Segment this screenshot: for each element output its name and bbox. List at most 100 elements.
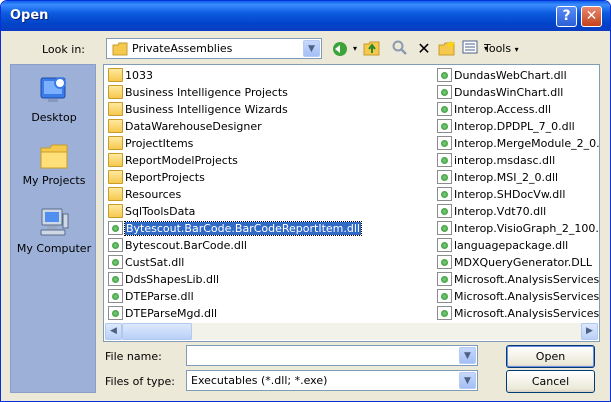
chevron-down-icon[interactable]: ▼	[459, 347, 476, 364]
file-item[interactable]: MDXQueryGenerator.DLL	[435, 254, 599, 271]
title-bar[interactable]: Open ? ✕	[1, 1, 610, 31]
dll-file-icon	[437, 272, 452, 286]
folder-item[interactable]: ReportProjects	[106, 169, 434, 186]
file-item[interactable]: DTEParse.dll	[106, 288, 434, 305]
file-item[interactable]: interop.msdasc.dll	[435, 152, 599, 169]
up-folder-icon[interactable]	[363, 40, 381, 58]
file-name-combo: ▼	[186, 345, 478, 366]
file-name-label: File name:	[105, 350, 162, 363]
dll-file-icon	[437, 306, 452, 320]
place-my-projects[interactable]: My Projects	[11, 142, 97, 187]
file-item[interactable]: Microsoft.AnalysisServices.Co	[435, 305, 600, 322]
dll-file-icon	[437, 204, 452, 218]
dll-file-icon	[437, 68, 452, 82]
file-item[interactable]: Interop.DPDPL_7_0.dll	[435, 118, 599, 135]
back-dropdown-icon[interactable]: ▾	[346, 40, 364, 58]
file-name: Interop.SHDocVw.dll	[454, 188, 566, 201]
close-button[interactable]: ✕	[581, 6, 602, 27]
folder-item[interactable]: Business Intelligence Wizards	[106, 101, 434, 118]
file-column-2: DundasWebChart.dll DundasWinChart.dll Inte…	[435, 67, 600, 322]
search-web-icon[interactable]	[391, 40, 409, 58]
file-name: Interop.MSI_2_0.dll	[454, 171, 559, 184]
file-item[interactable]: Microsoft.AnalysisServices.Bro	[435, 288, 600, 305]
file-item[interactable]: DundasWinChart.dll	[435, 84, 599, 101]
folder-icon	[108, 85, 123, 99]
file-name: 1033	[125, 69, 153, 82]
scroll-thumb[interactable]	[122, 323, 192, 340]
file-item[interactable]: CustSat.dll	[106, 254, 434, 271]
folder-item[interactable]: ReportModelProjects	[106, 152, 434, 169]
file-name: ProjectItems	[125, 137, 194, 150]
file-name: Microsoft.AnalysisServices.Ad	[454, 273, 600, 286]
file-item[interactable]: Interop.Vdt70.dll	[435, 203, 599, 220]
dll-file-icon	[437, 170, 452, 184]
file-list[interactable]: 1033 Business Intelligence Projects Busine…	[103, 64, 600, 342]
file-item[interactable]: Microsoft.AnalysisServices.Ad	[435, 271, 600, 288]
file-item[interactable]: Interop.Access.dll	[435, 101, 599, 118]
folder-icon	[40, 144, 68, 169]
file-name: DTEParse.dll	[125, 290, 194, 303]
dll-file-icon	[108, 289, 123, 303]
file-item[interactable]: Bytescout.BarCode.BarCodeReportItem.dll	[106, 220, 434, 237]
file-item[interactable]: DundasWebChart.dll	[435, 67, 599, 84]
folder-item[interactable]: Resources	[106, 186, 434, 203]
file-name: DTEParseMgd.dll	[125, 307, 218, 320]
place-label: My Computer	[16, 242, 92, 255]
open-button[interactable]: Open	[506, 345, 595, 368]
chevron-down-icon[interactable]: ▼	[459, 372, 476, 389]
file-item[interactable]: DdsShapesLib.dll	[106, 271, 434, 288]
folder-icon	[108, 68, 123, 82]
file-item[interactable]: Interop.SHDocVw.dll	[435, 186, 599, 203]
chevron-down-icon[interactable]: ▼	[303, 40, 320, 57]
place-desktop[interactable]: Desktop	[11, 75, 97, 124]
file-name: Interop.MergeModule_2_0.dll	[454, 137, 600, 150]
file-name: DdsShapesLib.dll	[125, 273, 220, 286]
tools-menu-button[interactable]: Tools ▾	[484, 42, 519, 55]
help-button[interactable]: ?	[556, 6, 577, 27]
file-name: Microsoft.AnalysisServices.Co	[454, 307, 600, 320]
dll-file-icon	[437, 255, 452, 269]
folder-item[interactable]: 1033	[106, 67, 434, 84]
file-item[interactable]: languagepackage.dll	[435, 237, 599, 254]
open-dialog: Open ? ✕ Look in: PrivateAssemblies ▼ ▾ …	[0, 0, 611, 402]
folder-item[interactable]: SqlToolsData	[106, 203, 434, 220]
dll-file-icon	[437, 153, 452, 167]
cancel-button[interactable]: Cancel	[506, 370, 595, 393]
dll-file-icon	[108, 238, 123, 252]
dll-file-icon	[437, 187, 452, 201]
delete-icon[interactable]: ✕	[415, 40, 433, 58]
computer-icon	[40, 208, 69, 236]
folder-item[interactable]: DataWarehouseDesigner	[106, 118, 434, 135]
file-name-input[interactable]	[186, 345, 478, 366]
horizontal-scrollbar[interactable]: ◀ ▶	[105, 323, 598, 340]
file-item[interactable]: DTEParseMgd.dll	[106, 305, 434, 322]
folder-icon	[108, 119, 123, 133]
file-type-label: Files of type:	[105, 375, 176, 388]
dll-file-icon	[437, 85, 452, 99]
chevron-down-icon: ▾	[514, 45, 519, 54]
dll-file-icon	[437, 289, 452, 303]
folder-item[interactable]: Business Intelligence Projects	[106, 84, 434, 101]
file-item[interactable]: Interop.VisioGraph_2_100.dll	[435, 220, 599, 237]
look-in-value: PrivateAssemblies	[132, 42, 233, 55]
look-in-dropdown[interactable]: PrivateAssemblies ▼	[106, 38, 322, 59]
folder-item[interactable]: ProjectItems	[106, 135, 434, 152]
file-name: ReportProjects	[125, 171, 205, 184]
scroll-right-icon[interactable]: ▶	[581, 323, 598, 340]
file-type-value: Executables (*.dll; *.exe)	[191, 374, 328, 387]
place-my-computer[interactable]: My Computer	[11, 206, 97, 255]
file-type-dropdown[interactable]: Executables (*.dll; *.exe) ▼	[186, 370, 478, 391]
file-item[interactable]: Bytescout.BarCode.dll	[106, 237, 434, 254]
file-name: Microsoft.AnalysisServices.Bro	[454, 290, 600, 303]
dll-file-icon	[108, 306, 123, 320]
folder-icon	[112, 42, 128, 56]
file-name: Business Intelligence Wizards	[125, 103, 288, 116]
folder-icon	[108, 187, 123, 201]
file-name: Bytescout.BarCode.BarCodeReportItem.dll	[124, 221, 362, 236]
file-item[interactable]: Interop.MergeModule_2_0.dll	[435, 135, 600, 152]
new-folder-icon[interactable]	[438, 40, 456, 58]
dll-file-icon	[437, 221, 452, 235]
file-item[interactable]: Interop.MSI_2_0.dll	[435, 169, 599, 186]
scroll-left-icon[interactable]: ◀	[105, 323, 122, 340]
file-name: DataWarehouseDesigner	[125, 120, 262, 133]
